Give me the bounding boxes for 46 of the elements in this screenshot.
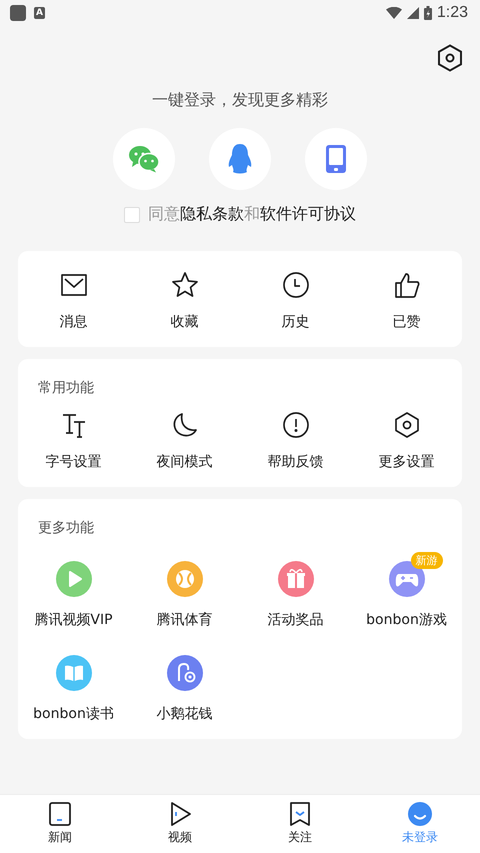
function-button[interactable]: 字号设置 <box>18 411 129 471</box>
agreement-text: 同意隐私条款和软件许可协议 <box>148 204 356 225</box>
moon-icon <box>170 411 198 439</box>
tab[interactable]: 新闻 <box>0 795 120 853</box>
agreement-link[interactable]: 软件许可协议 <box>260 204 356 223</box>
function-button[interactable]: 夜间模式 <box>129 411 240 471</box>
function-button[interactable]: bonbon读书 <box>18 645 129 723</box>
mail-icon <box>60 271 88 299</box>
alert-icon <box>282 411 310 439</box>
tab[interactable]: 关注 <box>240 795 360 853</box>
notification-icon: A <box>34 7 45 19</box>
agreement-link[interactable]: 隐私条款 <box>180 204 244 223</box>
settings-icon[interactable] <box>437 44 463 72</box>
settings-icon <box>392 411 420 439</box>
function-button[interactable]: 活动奖品 <box>240 551 351 629</box>
thumbs-up-icon <box>392 271 420 299</box>
function-button[interactable]: 更多设置 <box>351 411 462 471</box>
section-title: 常用功能 <box>37 379 95 398</box>
function-button[interactable]: 新游 bonbon游戏 <box>351 551 462 629</box>
tab[interactable]: 视频 <box>120 795 240 853</box>
agreement-checkbox[interactable] <box>124 206 140 222</box>
signal-icon <box>406 7 419 19</box>
function-button[interactable]: 小鹅花钱 <box>129 645 240 723</box>
section-title: 更多功能 <box>37 519 95 538</box>
quick-action-button[interactable]: 历史 <box>240 271 351 331</box>
function-button[interactable]: 帮助反馈 <box>240 411 351 471</box>
login-prompt: 一键登录，发现更多精彩 <box>151 90 329 111</box>
battery-icon <box>424 6 432 20</box>
clock-time: 1:23 <box>436 4 468 22</box>
phone-icon <box>325 144 347 174</box>
star-icon <box>170 271 198 299</box>
notification-icon <box>10 5 26 21</box>
clock-icon <box>282 271 310 299</box>
chat-bubbles-icon <box>128 145 160 173</box>
quick-action-button[interactable]: 收藏 <box>129 271 240 331</box>
wifi-icon <box>386 7 402 19</box>
video-icon <box>168 802 192 826</box>
new-badge: 新游 <box>410 552 442 569</box>
bookmark-icon <box>288 802 312 826</box>
function-button[interactable]: 腾讯体育 <box>129 551 240 629</box>
avatar-icon <box>408 802 432 826</box>
quick-action-button[interactable]: 已赞 <box>351 271 462 331</box>
penguin-icon <box>227 143 253 175</box>
quick-action-button[interactable]: 消息 <box>18 271 129 331</box>
news-icon <box>48 802 72 826</box>
function-button[interactable]: 腾讯视频VIP <box>18 551 129 629</box>
